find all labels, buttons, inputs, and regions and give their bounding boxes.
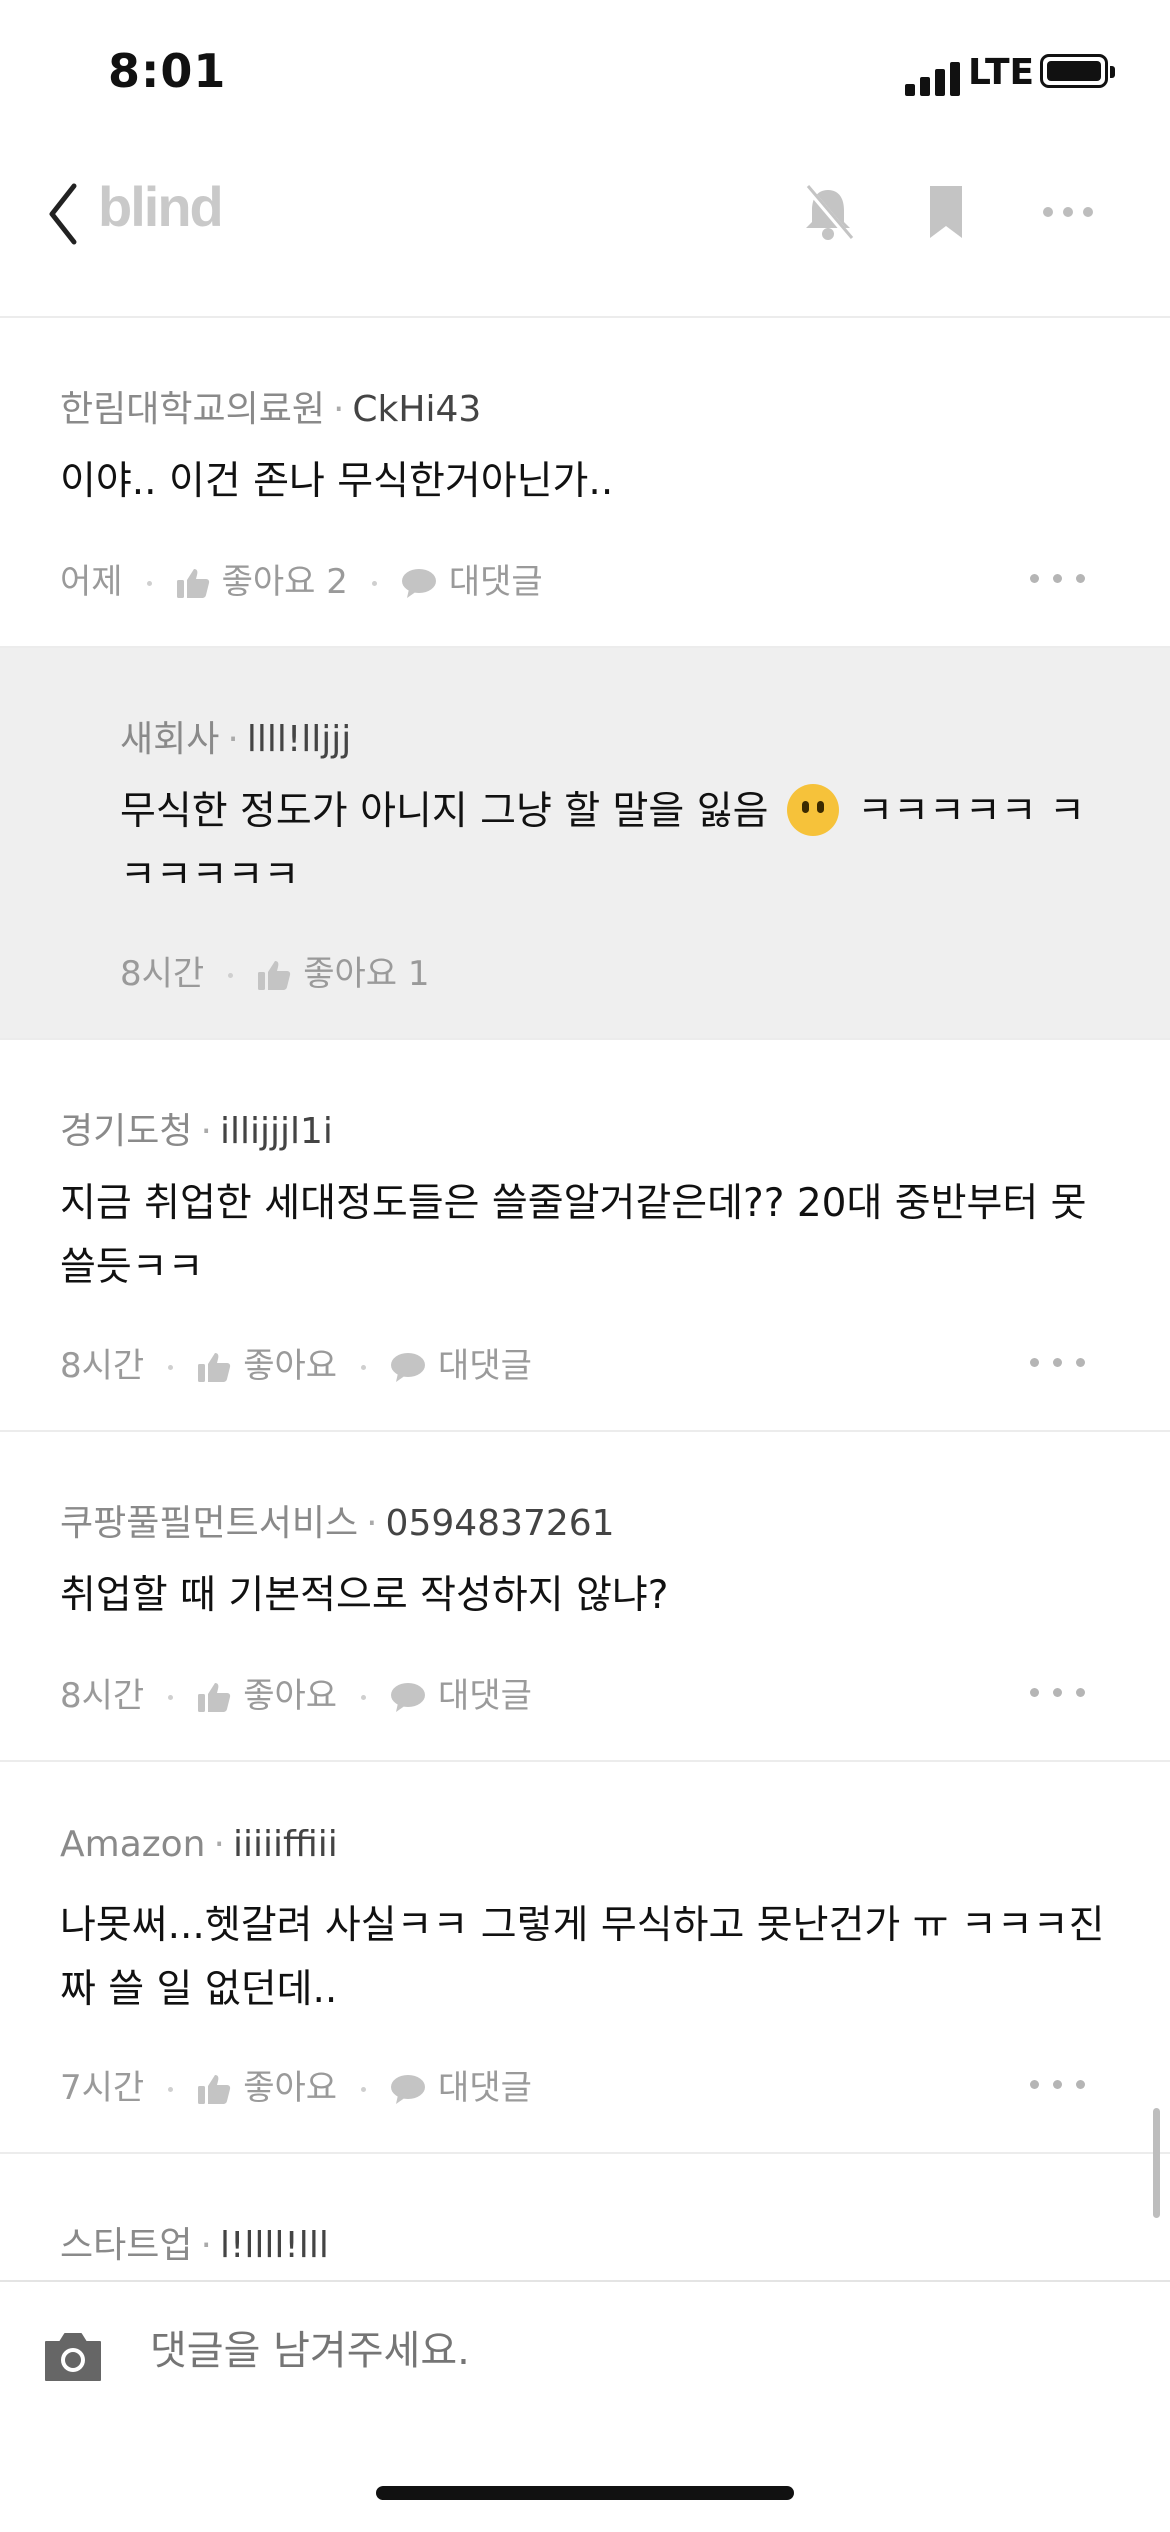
like-label: 좋아요 [243,2068,338,2108]
like-label: 좋아요 1 [303,954,430,994]
comment-time: 7시간 [60,2068,145,2108]
comment-text: 취업할 때 기본적으로 작성하지 않냐? [60,1573,669,1618]
more-icon[interactable] [1030,1356,1086,1370]
author-company: Amazon [60,1824,206,1865]
thumbs-up-icon [176,569,209,598]
comment-time: 어제 [60,562,123,602]
like-label: 좋아요 2 [221,562,348,602]
comment-meta: 8시간 좋아요 대댓글 [60,1668,532,1717]
like-button[interactable]: 좋아요 [197,2068,337,2108]
speech-bubble-icon [391,1683,426,1712]
author-nickname: llll!lljjj [246,719,352,760]
comment-author[interactable]: 쿠팡풀필먼트서비스 · 0594837261 [60,1494,615,1546]
like-label: 좋아요 [243,1346,338,1386]
thumbs-up-icon [198,1683,231,1712]
more-icon[interactable] [1030,1686,1086,1700]
comment-input[interactable] [150,2328,1050,2374]
author-nickname: iiiiiffiii [232,1824,338,1865]
comment-text: 무식한 정도가 아니지 그냥 할 말을 잃음 ㅋㅋㅋㅋㅋ ㅋㅋㅋㅋㅋㅋ [120,780,1110,908]
comment-meta: 8시간 좋아요 1 [120,946,429,995]
comment-text: 이야.. 이건 존나 무식한거아닌가.. [60,459,614,504]
comment-time: 8시간 [60,1676,145,1716]
speech-bubble-icon [391,2075,426,2104]
author-company: 경기도청 [60,1111,193,1152]
author-nickname: CkHi43 [352,389,482,430]
brand-logo: blind [98,175,224,238]
scroll-indicator[interactable] [1153,2108,1160,2218]
nav-bar: blind [0,150,1170,318]
like-label: 좋아요 [243,1676,338,1716]
reply-label: 대댓글 [438,1346,532,1386]
more-icon[interactable] [1030,2078,1086,2092]
thumbs-up-icon [258,961,291,990]
reply-comment-item: 새회사 · llll!lljjj 무식한 정도가 아니지 그냥 할 말을 잃음 ㅋㅋ… [0,648,1170,1040]
like-button[interactable]: 좋아요 [197,1346,337,1386]
author-company: 스타트업 [60,2225,193,2266]
like-button[interactable]: 좋아요 1 [257,954,429,994]
comment-input-bar [0,2280,1170,2430]
like-button[interactable]: 좋아요 [197,1676,337,1716]
comment-author[interactable]: 새회사 · llll!lljjj [120,710,351,762]
comment-item: Amazon · iiiiiffiii 나못써...헷갈려 사실ㅋㅋ 그렇게 무식하… [0,1762,1170,2154]
signal-icon [905,60,961,96]
bookmark-icon[interactable] [916,180,976,244]
reply-label: 대댓글 [438,1676,532,1716]
reply-label: 대댓글 [448,562,543,602]
comment-meta: 어제 좋아요 2 대댓글 [60,554,543,603]
comment-time: 8시간 [120,954,205,994]
comment-item: 쿠팡풀필먼트서비스 · 0594837261 취업할 때 기본적으로 작성하지 않냐… [0,1432,1170,1762]
speech-bubble-icon [401,569,436,598]
thumbs-up-icon [198,2075,231,2104]
comment-text-start: 무식한 정도가 아니지 그냥 할 말을 잃음 [120,789,769,834]
more-icon[interactable] [1030,572,1086,586]
camera-icon[interactable] [42,2328,104,2384]
status-bar: 8:01 LTE [0,0,1170,150]
author-company: 쿠팡풀필먼트서비스 [60,1503,359,1544]
comment-meta: 7시간 좋아요 대댓글 [60,2060,532,2109]
reply-button[interactable]: 대댓글 [401,562,543,602]
comment-author[interactable]: 스타트업 · l!llll!lll [60,2216,329,2268]
author-company: 새회사 [120,719,220,760]
reply-button[interactable]: 대댓글 [390,1676,532,1716]
bell-off-icon[interactable] [798,180,858,244]
comment-time: 8시간 [60,1346,145,1386]
network-label: LTE [968,52,1035,93]
author-nickname: l!llll!lll [219,2225,329,2266]
face-without-mouth-emoji [786,784,839,836]
back-chevron-icon[interactable] [44,178,84,250]
author-nickname: illijjjl1i [219,1111,333,1152]
thumbs-up-icon [198,1353,231,1382]
comment-text: 나못써...헷갈려 사실ㅋㅋ 그렇게 무식하고 못난건가 ㅠ ㅋㅋㅋ진짜 쓸 일… [60,1903,1105,2012]
speech-bubble-icon [391,1353,426,1382]
status-time: 8:01 [108,44,227,98]
comment-author[interactable]: Amazon · iiiiiffiii [60,1824,338,1865]
comment-item: 경기도청 · illijjjl1i 지금 취업한 세대정도들은 쓸줄알거같은데?? … [0,1040,1170,1432]
author-nickname: 0594837261 [385,1503,615,1544]
comment-meta: 8시간 좋아요 대댓글 [60,1338,532,1387]
comment-text: 지금 취업한 세대정도들은 쓸줄알거같은데?? 20대 중반부터 못쓸듯ㅋㅋ [60,1181,1087,1290]
reply-button[interactable]: 대댓글 [390,1346,532,1386]
like-button[interactable]: 좋아요 2 [176,562,348,602]
battery-icon [1040,54,1115,88]
home-indicator[interactable] [376,2486,794,2500]
comment-item: 스타트업 · l!llll!lll [0,2154,1170,2280]
comment-author[interactable]: 한림대학교의료원 · CkHi43 [60,380,481,432]
reply-button[interactable]: 대댓글 [390,2068,532,2108]
author-company: 한림대학교의료원 [60,389,325,430]
comment-author[interactable]: 경기도청 · illijjjl1i [60,1102,333,1154]
reply-label: 대댓글 [438,2068,532,2108]
comment-item: 한림대학교의료원 · CkHi43 이야.. 이건 존나 무식한거아닌가.. 어제 좋… [0,318,1170,648]
more-icon[interactable] [1038,180,1098,244]
